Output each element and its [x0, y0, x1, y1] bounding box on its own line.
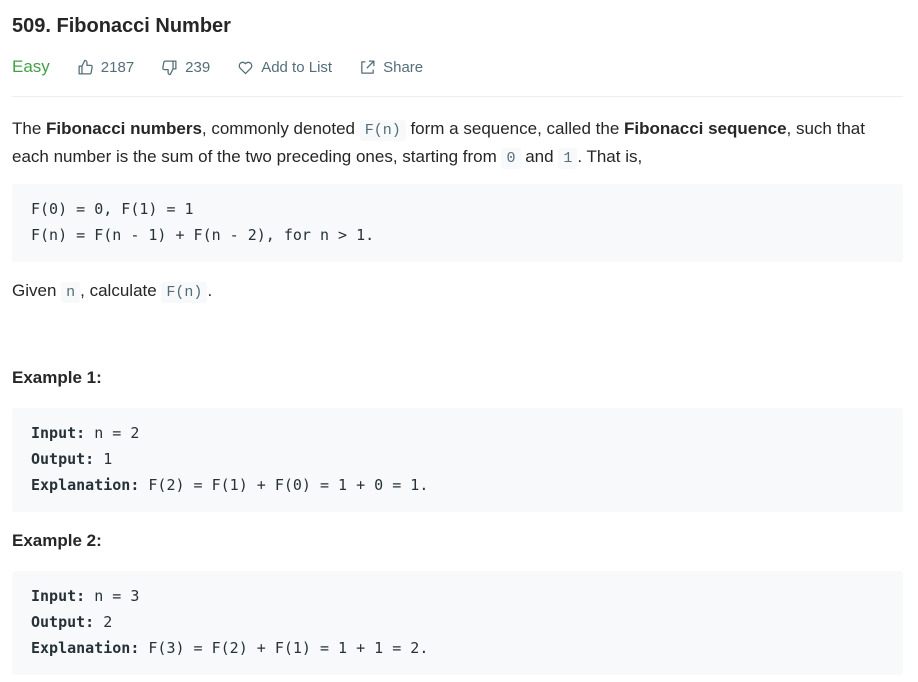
explanation-label: Explanation:: [31, 476, 140, 494]
inline-code: 1: [558, 148, 578, 169]
share-icon: [361, 59, 375, 74]
formula-code-block: F(0) = 0, F(1) = 1 F(n) = F(n - 1) + F(n…: [12, 184, 903, 262]
example-1-title: Example 1:: [12, 368, 102, 387]
header-divider: [12, 96, 903, 97]
like-count: 2187: [100, 58, 135, 76]
input-value: n = 3: [85, 587, 140, 605]
problem-title: 509. Fibonacci Number: [12, 15, 231, 37]
code-line: F(n) = F(n - 1) + F(n - 2), for n > 1.: [31, 226, 375, 244]
output-value: 2: [94, 613, 113, 631]
description-bold-term: Fibonacci numbers: [46, 119, 202, 138]
description-text: The: [12, 119, 47, 138]
example-explanation-line: Explanation: F(2) = F(1) + F(0) = 1 + 0 …: [31, 472, 903, 498]
problem-description: The Fibonacci numbers, commonly denoted …: [12, 116, 903, 172]
input-value: n = 2: [85, 424, 140, 442]
dislike-button[interactable]: 239: [161, 59, 210, 76]
example-output-line: Output: 2: [31, 609, 903, 635]
inline-code: F(n): [359, 120, 406, 141]
problem-meta-bar: Easy 2187 239 Add to List Share: [12, 55, 450, 79]
input-label: Input:: [31, 587, 86, 605]
add-to-list-button[interactable]: Add to List: [237, 59, 332, 76]
explanation-value: F(2) = F(1) + F(0) = 1 + 0 = 1.: [139, 476, 429, 494]
input-label: Input:: [31, 424, 86, 442]
thumbs-down-icon: [162, 59, 177, 75]
description-text: Given: [12, 281, 62, 300]
example-explanation-line: Explanation: F(3) = F(2) + F(1) = 1 + 1 …: [31, 635, 903, 661]
example-2-title: Example 2:: [12, 531, 102, 550]
share-button[interactable]: Share: [359, 59, 423, 76]
heart-icon: [238, 61, 253, 74]
example-output-line: Output: 1: [31, 446, 903, 472]
description-text: and: [520, 147, 559, 166]
example-input-line: Input: n = 2: [31, 420, 903, 446]
description-text: , calculate: [80, 281, 162, 300]
output-label: Output:: [31, 450, 95, 468]
example-2-code-block: Input: n = 3 Output: 2 Explanation: F(3)…: [12, 571, 903, 675]
output-label: Output:: [31, 613, 95, 631]
example-input-line: Input: n = 3: [31, 583, 903, 609]
share-label: Share: [383, 58, 424, 76]
given-statement: Given n, calculate F(n).: [12, 278, 212, 306]
inline-code: n: [61, 282, 81, 303]
explanation-value: F(3) = F(2) + F(1) = 1 + 1 = 2.: [139, 639, 429, 657]
explanation-label: Explanation:: [31, 639, 140, 657]
example-1-code-block: Input: n = 2 Output: 1 Explanation: F(2)…: [12, 408, 903, 512]
description-text: form a sequence, called the: [405, 119, 625, 138]
inline-code: 0: [501, 148, 521, 169]
description-text: . That is,: [577, 147, 643, 166]
difficulty-badge: Easy: [12, 57, 50, 76]
description-bold-term: Fibonacci sequence: [624, 119, 787, 138]
description-text: .: [207, 281, 213, 300]
dislike-count: 239: [185, 58, 211, 76]
thumbs-up-icon: [78, 59, 93, 75]
code-line: F(0) = 0, F(1) = 1: [31, 200, 194, 218]
inline-code: F(n): [161, 282, 208, 303]
add-to-list-label: Add to List: [261, 58, 333, 76]
like-button[interactable]: 2187: [77, 59, 134, 76]
output-value: 1: [94, 450, 113, 468]
description-text: , commonly denoted: [201, 119, 360, 138]
